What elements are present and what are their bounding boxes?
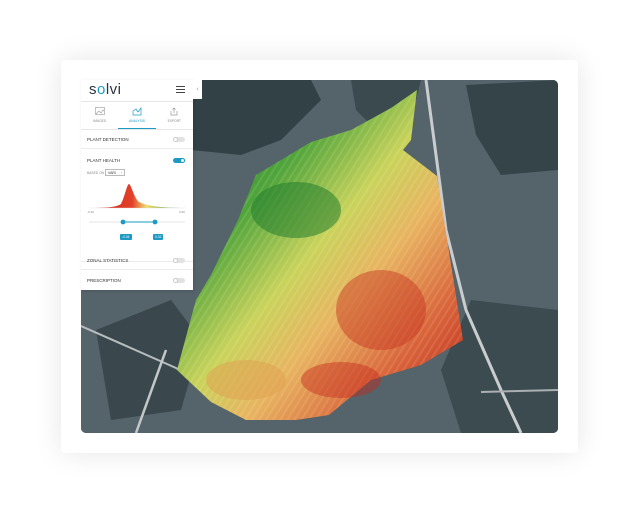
moderate-zone: [206, 360, 286, 400]
range-high-badge: 0.32: [153, 234, 164, 240]
tab-label: IMAGES: [93, 119, 107, 123]
chevron-down-icon: ›: [120, 171, 122, 175]
hamburger-menu-icon[interactable]: [176, 86, 185, 95]
solvi-logo: solvi: [89, 81, 122, 98]
index-select[interactable]: VARI ›: [105, 169, 125, 176]
tab-label: ANALYSIS: [129, 119, 145, 123]
plant-health-section: PLANT HEALTH BASED ON VARI › -0.30 0.60: [81, 152, 193, 262]
prescription-row: PRESCRIPTION: [81, 271, 193, 289]
analysis-panel: solvi IMAGES ANALYSIS EXPORT PLANT DETEC…: [81, 80, 193, 290]
plant-health-toggle[interactable]: [173, 158, 185, 163]
range-handle-low[interactable]: [120, 219, 126, 225]
index-value: VARI: [108, 171, 116, 175]
collapse-panel-button[interactable]: ‹: [193, 80, 202, 99]
zonal-statistics-toggle[interactable]: [173, 258, 185, 263]
plant-detection-label: PLANT DETECTION: [87, 137, 129, 142]
healthy-zone: [251, 182, 341, 238]
plant-health-label: PLANT HEALTH: [87, 158, 121, 163]
range-handle-high[interactable]: [152, 219, 158, 225]
zonal-statistics-label: ZONAL STATISTICS: [87, 258, 129, 263]
stressed-zone: [336, 270, 426, 350]
axis-min-label: -0.30: [87, 210, 94, 214]
stressed-zone: [301, 362, 381, 398]
plant-detection-row: PLANT DETECTION: [81, 130, 193, 149]
prescription-label: PRESCRIPTION: [87, 278, 121, 283]
range-low-badge: -0.04: [120, 234, 132, 240]
axis-max-label: 0.60: [179, 210, 185, 214]
tab-images[interactable]: IMAGES: [81, 102, 118, 129]
panel-tabs: IMAGES ANALYSIS EXPORT: [81, 101, 193, 130]
analysis-icon: [118, 106, 155, 116]
based-on-label: BASED ON: [87, 171, 105, 175]
plant-detection-toggle[interactable]: [173, 137, 185, 142]
tab-export[interactable]: EXPORT: [156, 102, 193, 129]
tab-label: EXPORT: [167, 119, 182, 123]
value-histogram[interactable]: -0.30 0.60: [87, 182, 187, 242]
tab-analysis[interactable]: ANALYSIS: [118, 102, 156, 129]
histogram-area: [89, 184, 185, 208]
export-icon: [156, 106, 193, 116]
prescription-toggle[interactable]: [173, 278, 185, 283]
images-icon: [81, 106, 118, 116]
zonal-statistics-row: ZONAL STATISTICS: [81, 251, 193, 270]
